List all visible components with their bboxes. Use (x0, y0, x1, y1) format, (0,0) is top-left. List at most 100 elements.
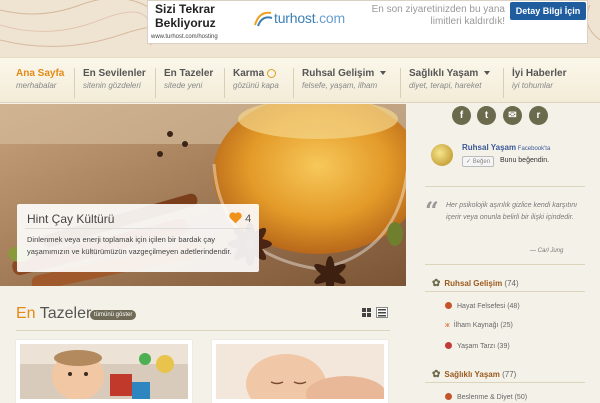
nav-item-subtitle: iyi tohumlar (512, 81, 553, 90)
ad-message: En son ziyaretinizden bu yana limitleri … (371, 4, 505, 27)
post-image-sleeping-baby (216, 344, 384, 399)
ad-url: www.turhost.com/hosting (151, 34, 218, 40)
nav-item-latest[interactable]: En Tazeler sitede yeni (155, 68, 213, 98)
featured-slider[interactable]: Hint Çay Kültürü 4 Dinlenmek veya enerji… (0, 104, 406, 286)
nav-item-spiritual-growth[interactable]: Ruhsal Gelişim felsefe, yaşam, ilham (293, 68, 387, 98)
heart-icon (229, 212, 242, 224)
sidebar-divider (425, 291, 585, 292)
quote-text: Her psikolojik aşırılık gizlice kendi ka… (446, 202, 578, 221)
category-count: (74) (504, 279, 519, 288)
quote-author: — Carl Jung (530, 248, 564, 254)
nav-item-title: Sağlıklı Yaşam (409, 68, 491, 79)
top-ad-banner: Sizi Tekrar Bekliyoruz www.turhost.com/h… (0, 0, 600, 57)
nav-item-title-text: Sağlıklı Yaşam (409, 68, 479, 79)
latest-title-rest: Tazeler (35, 305, 92, 322)
leaf-icon (445, 393, 452, 400)
nav-item-title: Ruhsal Gelişim (302, 68, 387, 79)
category-heading[interactable]: ✿ Sağlıklı Yaşam (77) (432, 369, 516, 380)
category-heading[interactable]: ✿ Ruhsal Gelişim (74) (432, 278, 519, 289)
nav-item-title-text: Ruhsal Gelişim (302, 68, 375, 79)
fb-like-button[interactable]: ✓ Beğen (462, 156, 495, 167)
category-item-label: Hayat Felsefesi (457, 303, 506, 310)
nav-item-title: En Tazeler (164, 68, 214, 79)
category-item[interactable]: Hayat Felsefesi (48) (445, 302, 520, 310)
category-item[interactable]: ж İlham Kaynağı (25) (445, 322, 513, 329)
featured-title[interactable]: Hint Çay Kültürü (27, 212, 114, 226)
category-item-count: (39) (497, 343, 510, 350)
sidebar-divider (425, 264, 585, 265)
ad-headline-line1: Sizi Tekrar (155, 2, 215, 16)
gear-icon: ✿ (432, 278, 441, 289)
chevron-down-icon (484, 71, 491, 76)
sidebar-divider (425, 186, 585, 187)
fb-like-status: Bunu beğendin. (500, 157, 550, 164)
butterfly-icon: ж (445, 322, 450, 329)
ad-headline: Sizi Tekrar Bekliyoruz (155, 2, 216, 30)
nav-item-title: İyi Haberler (512, 68, 567, 79)
facebook-like-box: Ruhsal Yaşam Facebook'ta ✓ Beğen Bunu be… (428, 140, 588, 178)
ad-brand-main: turhost (274, 10, 316, 26)
mail-icon[interactable]: ✉ (503, 106, 522, 125)
nav-item-subtitle: merhabalar (16, 81, 57, 90)
fb-like-label: Beğen (472, 159, 491, 165)
nav-item-subtitle: sitenin gözdeleri (83, 81, 141, 90)
latest-section-title: En Tazeler (16, 305, 91, 323)
post-image-baby-toys (20, 344, 188, 399)
check-icon: ✓ (466, 159, 473, 165)
category-item[interactable]: Yaşam Tarzı (39) (445, 342, 510, 350)
nav-item-home[interactable]: Ana Sayfa merhabalar (8, 68, 64, 98)
featured-description: Dinlenmek veya enerji toplamak için içil… (27, 235, 232, 256)
caption-divider (25, 228, 251, 229)
show-all-button[interactable]: tümünü göster (90, 310, 137, 320)
nav-item-title: Karma (233, 68, 279, 79)
category-count: (77) (502, 370, 517, 379)
main-nav: Ana Sayfa merhabalar En Sevilenler siten… (0, 57, 600, 103)
nav-item-subtitle: gözünü kapa (233, 81, 279, 90)
nav-item-subtitle: diyet, terapi, hareket (409, 81, 482, 90)
fb-page-suffix: Facebook'ta (516, 146, 551, 152)
karma-sun-icon (267, 68, 277, 78)
ad-headline-line2: Bekliyoruz (155, 16, 216, 30)
grid-view-icon[interactable] (362, 308, 371, 317)
category-item-label: İlham Kaynağı (453, 322, 499, 329)
category-item[interactable]: Beslenme & Diyet (50) (445, 393, 527, 401)
nav-item-title: En Sevilenler (83, 68, 146, 79)
quote-icon: “ (425, 196, 439, 225)
category-item-count: (48) (507, 303, 520, 310)
sidebar-divider (425, 382, 585, 383)
nav-item-healthy-living[interactable]: Sağlıklı Yaşam diyet, terapi, hareket (400, 68, 491, 98)
fb-page-name-text: Ruhsal Yaşam (462, 143, 517, 152)
post-thumbnail[interactable] (16, 340, 192, 403)
twitter-icon[interactable]: t (477, 106, 496, 125)
category-name: Ruhsal Gelişim (444, 279, 503, 288)
list-view-icon[interactable] (376, 307, 388, 318)
ad-detail-button[interactable]: Detay Bilgi İçin (510, 2, 586, 20)
latest-title-accent: En (16, 305, 36, 322)
category-item-label: Yaşam Tarzı (457, 343, 496, 350)
post-thumbnail[interactable] (212, 340, 388, 403)
nav-item-subtitle: sitede yeni (164, 81, 203, 90)
chevron-down-icon (380, 71, 387, 76)
category-item-count: (25) (500, 322, 513, 329)
nav-item-karma[interactable]: Karma gözünü kapa (224, 68, 279, 98)
nav-item-subtitle: felsefe, yaşam, ilham (302, 81, 378, 90)
ad-brand: turhost.com (274, 10, 345, 26)
featured-like[interactable]: 4 (229, 212, 251, 225)
leaf-icon (445, 302, 452, 309)
fb-page-name[interactable]: Ruhsal Yaşam Facebook'ta (462, 143, 550, 152)
gear-icon: ✿ (432, 369, 441, 380)
facebook-icon[interactable]: f (452, 106, 471, 125)
ad-brand-tld: .com (315, 10, 345, 26)
category-item-count: (50) (514, 394, 528, 401)
nav-item-good-news[interactable]: İyi Haberler iyi tohumlar (503, 68, 566, 98)
hosting-ad[interactable]: Sizi Tekrar Bekliyoruz www.turhost.com/h… (147, 0, 588, 44)
yin-yang-icon (445, 342, 452, 349)
nav-item-most-loved[interactable]: En Sevilenler sitenin gözdeleri (74, 68, 146, 98)
category-item-label: Beslenme & Diyet (457, 394, 513, 401)
rss-icon[interactable]: r (529, 106, 548, 125)
featured-caption-card[interactable]: Hint Çay Kültürü 4 Dinlenmek veya enerji… (17, 204, 259, 272)
list-lines-icon (378, 309, 386, 317)
avatar[interactable] (431, 144, 453, 166)
section-divider (16, 330, 390, 331)
nav-item-title-text: Karma (233, 68, 265, 79)
